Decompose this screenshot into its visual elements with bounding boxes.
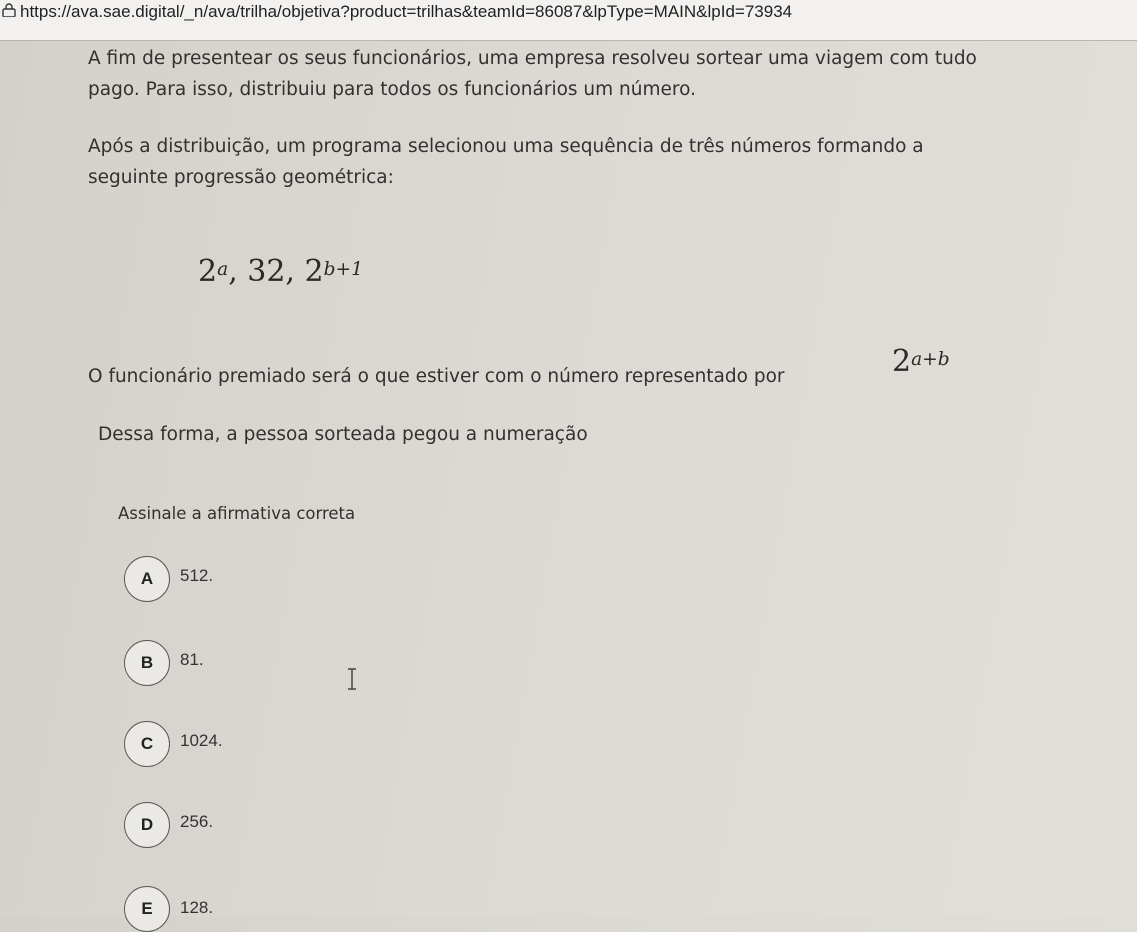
option-b-letter[interactable]: B bbox=[124, 640, 170, 686]
option-d[interactable]: D 256. bbox=[124, 802, 724, 848]
option-a-value[interactable]: 512. bbox=[180, 566, 213, 586]
question-text-line-1: A fim de presentear os seus funcionários… bbox=[88, 48, 977, 69]
lock-icon bbox=[2, 3, 16, 17]
question-text-line-3: Após a distribuição, um programa selecio… bbox=[88, 136, 924, 157]
question-text-line-5: O funcionário premiado será o que estive… bbox=[88, 366, 785, 387]
option-e-letter[interactable]: E bbox=[124, 886, 170, 932]
option-e[interactable]: E 128. bbox=[124, 886, 724, 932]
option-a-letter[interactable]: A bbox=[124, 556, 170, 602]
instruction-text: Assinale a afirmativa correta bbox=[118, 504, 356, 523]
option-d-value[interactable]: 256. bbox=[180, 812, 213, 832]
url-text[interactable]: https://ava.sae.digital/_n/ava/trilha/ob… bbox=[20, 2, 792, 22]
address-bar[interactable]: https://ava.sae.digital/_n/ava/trilha/ob… bbox=[0, 0, 1137, 41]
option-c-value[interactable]: 1024. bbox=[180, 731, 223, 751]
option-e-value[interactable]: 128. bbox=[180, 898, 213, 918]
option-c[interactable]: C 1024. bbox=[124, 721, 724, 767]
winner-formula: 2a+b bbox=[892, 344, 950, 379]
text-cursor-icon bbox=[348, 668, 356, 690]
option-b-value[interactable]: 81. bbox=[180, 650, 204, 670]
question-text-line-6: Dessa forma, a pessoa sorteada pegou a n… bbox=[98, 424, 588, 445]
option-c-letter[interactable]: C bbox=[124, 721, 170, 767]
option-a[interactable]: A 512. bbox=[124, 556, 724, 602]
option-b[interactable]: B 81. bbox=[124, 640, 724, 686]
option-d-letter[interactable]: D bbox=[124, 802, 170, 848]
question-text-line-2: pago. Para isso, distribuiu para todos o… bbox=[88, 79, 696, 100]
question-text-line-4: seguinte progressão geométrica: bbox=[88, 167, 394, 188]
geometric-sequence: 2a, 32, 2b+1 bbox=[198, 254, 363, 289]
